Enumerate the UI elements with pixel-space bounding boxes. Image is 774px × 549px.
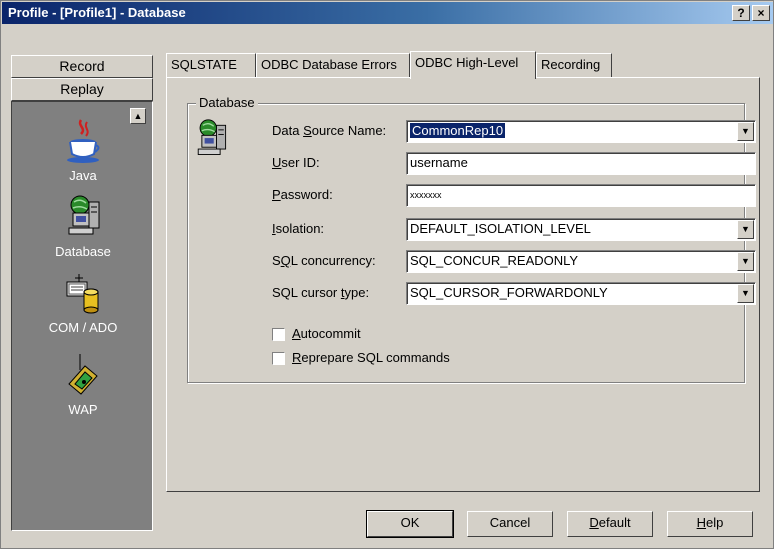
selected-value: SQL_CONCUR_READONLY: [410, 253, 579, 268]
title-bar[interactable]: Profile - [Profile1] - Database ? ×: [2, 2, 773, 24]
password-input[interactable]: xxxxxxx: [406, 184, 756, 207]
tab-recording[interactable]: Recording: [536, 53, 612, 77]
autocommit-label[interactable]: Autocommit: [292, 326, 361, 341]
chevron-down-icon: ▼: [741, 288, 750, 298]
database-groupbox: Database Data Source Name: CommonRep10 ▼…: [187, 95, 756, 383]
close-icon: ×: [757, 6, 765, 20]
chevron-down-icon: ▼: [741, 224, 750, 234]
default-button[interactable]: Default: [567, 511, 653, 537]
odbc-high-level-panel: Database Data Source Name: CommonRep10 ▼…: [166, 77, 760, 492]
selected-value: DEFAULT_ISOLATION_LEVEL: [410, 221, 591, 236]
database-icon: [68, 195, 100, 235]
user-id-input[interactable]: username: [406, 152, 756, 175]
isolation-select[interactable]: DEFAULT_ISOLATION_LEVEL ▼: [406, 218, 756, 241]
database-icon: [197, 119, 227, 155]
chevron-down-icon: ▼: [741, 256, 750, 266]
isolation-label: Isolation:: [272, 221, 325, 236]
dropdown-button[interactable]: ▼: [737, 284, 754, 303]
password-label: Password:: [272, 187, 333, 202]
selected-value: SQL_CURSOR_FORWARDONLY: [410, 285, 608, 300]
chevron-down-icon: ▼: [741, 126, 750, 136]
ok-button[interactable]: OK: [366, 510, 454, 538]
category-label: WAP: [68, 402, 98, 417]
reprepare-sql-checkbox[interactable]: [272, 352, 285, 365]
category-database[interactable]: Database: [12, 194, 154, 259]
wap-icon: [68, 352, 98, 395]
reprepare-sql-label[interactable]: Reprepare SQL commands: [292, 350, 450, 365]
dropdown-button[interactable]: ▼: [737, 122, 754, 141]
category-list: ▲ Java Database COM / ADO WAP: [11, 101, 153, 531]
help-title-button[interactable]: ?: [732, 5, 750, 21]
tab-odbc-database-errors[interactable]: ODBC Database Errors: [256, 53, 410, 77]
tab-odbc-high-level[interactable]: ODBC High-Level: [410, 51, 536, 79]
category-java[interactable]: Java: [12, 116, 154, 183]
user-id-label: User ID:: [272, 155, 320, 170]
group-title: Database: [196, 95, 258, 110]
java-icon: [67, 119, 100, 163]
window-title: Profile - [Profile1] - Database: [8, 5, 186, 20]
profile-dialog: Profile - [Profile1] - Database ? × Reco…: [0, 0, 774, 549]
sql-cursor-type-label: SQL cursor type:: [272, 285, 370, 300]
profile-category-bar: Record Replay ▲ Java Database COM / ADO …: [11, 51, 153, 531]
category-com-ado[interactable]: COM / ADO: [12, 272, 154, 335]
sql-concurrency-label: SQL concurrency:: [272, 253, 376, 268]
selected-value: CommonRep10: [410, 123, 506, 138]
category-wap[interactable]: WAP: [12, 350, 154, 417]
dropdown-button[interactable]: ▼: [737, 252, 754, 271]
com-ado-icon: [66, 274, 99, 314]
sql-cursor-type-select[interactable]: SQL_CURSOR_FORWARDONLY ▼: [406, 282, 756, 305]
help-button[interactable]: Help: [667, 511, 753, 537]
data-source-name-label: Data Source Name:: [272, 123, 387, 138]
replay-button[interactable]: Replay: [11, 78, 153, 101]
dropdown-button[interactable]: ▼: [737, 220, 754, 239]
data-source-name-select[interactable]: CommonRep10 ▼: [406, 120, 756, 143]
sql-concurrency-select[interactable]: SQL_CONCUR_READONLY ▼: [406, 250, 756, 273]
close-button[interactable]: ×: [752, 5, 770, 21]
tab-sqlstate[interactable]: SQLSTATE: [166, 53, 256, 77]
autocommit-checkbox[interactable]: [272, 328, 285, 341]
category-label: Database: [55, 244, 111, 259]
category-label: Java: [69, 168, 97, 183]
question-icon: ?: [737, 6, 745, 20]
category-label: COM / ADO: [48, 320, 118, 335]
cancel-button[interactable]: Cancel: [467, 511, 553, 537]
record-button[interactable]: Record: [11, 55, 153, 78]
